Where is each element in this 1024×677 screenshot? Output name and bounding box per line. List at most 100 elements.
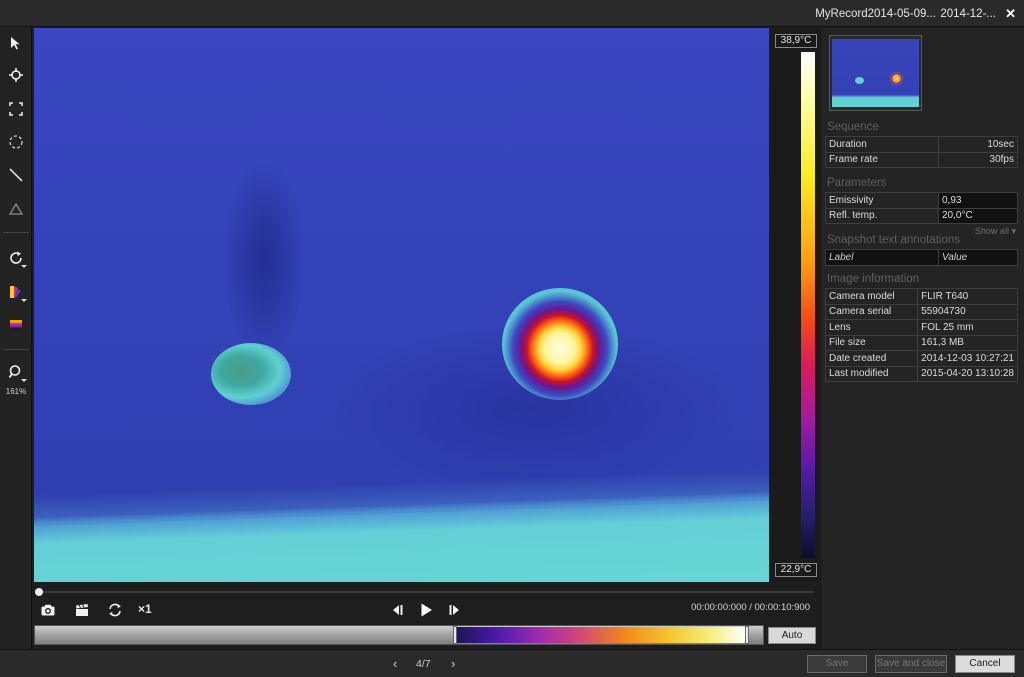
image-page-counter: 4/7 bbox=[416, 658, 431, 670]
timeline-track[interactable] bbox=[38, 591, 814, 593]
save-and-close-button[interactable]: Save and close bbox=[875, 655, 947, 673]
table-row: Camera serial 55904730 bbox=[824, 303, 1018, 320]
auto-button[interactable]: Auto bbox=[768, 627, 816, 644]
prop-label: Duration bbox=[825, 136, 939, 153]
table-row: Last modified 2015-04-20 13:10:28 bbox=[824, 365, 1018, 382]
timecode: 00:00:00:000 / 00:00:10:900 bbox=[691, 602, 810, 613]
prop-label: Camera model bbox=[824, 288, 919, 305]
prop-value: 2015-04-20 13:10:28 bbox=[917, 365, 1018, 382]
prop-value: 55904730 bbox=[917, 303, 1018, 320]
table-row: Refl. temp. 20,0°C bbox=[825, 207, 1018, 224]
section-title-sequence: Sequence bbox=[827, 121, 879, 133]
prop-value: 161,3 MB bbox=[917, 334, 1018, 351]
temperature-scale: 38,9°C 22,9°C bbox=[770, 28, 820, 582]
window-title: MyRecord2014-05-09... bbox=[815, 8, 936, 20]
reflected-temp-field[interactable]: 20,0°C bbox=[938, 207, 1018, 224]
table-row: Emissivity 0,93 bbox=[825, 192, 1018, 209]
prop-label: Camera serial bbox=[824, 303, 919, 320]
prop-value: 30fps bbox=[938, 151, 1018, 168]
column-header-value[interactable]: Value bbox=[938, 249, 1018, 266]
show-all-label: Show all bbox=[974, 226, 1009, 236]
previous-frame-icon[interactable] bbox=[388, 601, 408, 619]
clapperboard-icon[interactable] bbox=[72, 601, 92, 619]
thumbnail-warm-spot bbox=[855, 77, 864, 84]
prop-label: Lens bbox=[824, 319, 919, 336]
show-all-link[interactable]: Show all ▾ bbox=[975, 226, 1016, 237]
image-thumbnail[interactable] bbox=[829, 35, 922, 111]
palette-gradient bbox=[455, 627, 747, 643]
prop-label: File size bbox=[824, 334, 919, 351]
footer-bar: ‹ 4/7 › Save Save and close Cancel bbox=[0, 649, 1024, 677]
color-scale-bar bbox=[801, 52, 815, 558]
table-row: Frame rate 30fps bbox=[825, 151, 1018, 168]
table-row: Lens FOL 25 mm bbox=[824, 319, 1018, 336]
zoom-level: 161% bbox=[5, 387, 27, 396]
hot-spot-large bbox=[502, 288, 618, 400]
prop-label: Refl. temp. bbox=[825, 207, 939, 224]
table-row: File size 161,3 MB bbox=[824, 334, 1018, 351]
triangle-delta-icon[interactable] bbox=[4, 197, 28, 221]
camera-snapshot-icon[interactable] bbox=[38, 601, 58, 619]
table-row: Date created 2014-12-03 10:27:21 bbox=[824, 350, 1018, 367]
table-row: Label Value bbox=[825, 249, 1018, 266]
chevron-down-icon bbox=[21, 265, 27, 268]
warm-spot-small bbox=[211, 343, 291, 405]
prop-label: Date created bbox=[824, 350, 919, 367]
section-title-image-info: Image information bbox=[827, 273, 920, 285]
title-bar: MyRecord2014-05-09... 2014-12-... ✕ bbox=[0, 0, 1024, 27]
chevron-left-icon[interactable]: ‹ bbox=[393, 656, 397, 671]
palette-max-handle[interactable] bbox=[745, 626, 749, 644]
prop-value: FOL 25 mm bbox=[917, 319, 1018, 336]
prop-value: FLIR T640 bbox=[917, 288, 1018, 305]
prop-label: Frame rate bbox=[825, 151, 939, 168]
scale-min-temp[interactable]: 22,9°C bbox=[775, 563, 817, 577]
next-frame-icon[interactable] bbox=[444, 601, 464, 619]
thumbnail-hot-spot bbox=[890, 72, 903, 85]
cancel-button[interactable]: Cancel bbox=[955, 655, 1015, 673]
close-icon[interactable]: ✕ bbox=[1005, 6, 1016, 22]
line-icon[interactable] bbox=[4, 163, 28, 187]
palette-icon[interactable] bbox=[4, 280, 28, 304]
section-title-parameters: Parameters bbox=[827, 177, 887, 189]
parameters-table: Emissivity 0,93 Refl. temp. 20,0°C bbox=[825, 192, 1018, 224]
toolbar-divider bbox=[3, 349, 29, 350]
window-title-secondary: 2014-12-... bbox=[940, 8, 996, 20]
color-palette-icon[interactable] bbox=[4, 313, 28, 337]
properties-panel: Sequence Duration 10sec Frame rate 30fps… bbox=[822, 28, 1024, 649]
prop-label: Last modified bbox=[824, 365, 919, 382]
playback-speed[interactable]: ×1 bbox=[138, 602, 152, 616]
play-icon[interactable] bbox=[416, 601, 436, 619]
section-title-snapshot: Snapshot text annotations bbox=[827, 234, 960, 246]
scale-max-temp[interactable]: 38,9°C bbox=[775, 34, 817, 48]
toolbar-divider bbox=[3, 232, 29, 233]
box-area-icon[interactable] bbox=[4, 97, 28, 121]
chevron-right-icon[interactable]: › bbox=[451, 656, 455, 671]
annotations-table: Label Value bbox=[825, 249, 1018, 266]
column-header-label[interactable]: Label bbox=[825, 249, 939, 266]
ellipse-area-icon[interactable] bbox=[4, 130, 28, 154]
palette-min-handle[interactable] bbox=[453, 626, 457, 644]
zoom-icon[interactable] bbox=[4, 360, 28, 384]
save-button[interactable]: Save bbox=[807, 655, 867, 673]
playback-timeline[interactable] bbox=[34, 585, 818, 599]
chevron-down-icon: ▾ bbox=[1011, 226, 1016, 236]
rotate-icon[interactable] bbox=[4, 246, 28, 270]
playback-controls: ×1 00:00:00:000 / 00:00:10:900 bbox=[34, 598, 818, 622]
thermal-image-canvas[interactable] bbox=[34, 28, 769, 582]
spot-crosshair-icon[interactable] bbox=[4, 63, 28, 87]
select-arrow-icon[interactable] bbox=[4, 31, 28, 55]
loop-icon[interactable] bbox=[105, 601, 125, 619]
image-info-table: Camera model FLIR T640 Camera serial 559… bbox=[824, 288, 1018, 382]
chevron-down-icon bbox=[21, 299, 27, 302]
palette-range-slider[interactable] bbox=[34, 625, 764, 645]
table-row: Camera model FLIR T640 bbox=[824, 288, 1018, 305]
emissivity-field[interactable]: 0,93 bbox=[938, 192, 1018, 209]
thumbnail-image bbox=[832, 39, 919, 107]
prop-value: 10sec bbox=[938, 136, 1018, 153]
sequence-table: Duration 10sec Frame rate 30fps bbox=[825, 136, 1018, 168]
prop-value: 2014-12-03 10:27:21 bbox=[917, 350, 1018, 367]
timeline-scrubber[interactable] bbox=[35, 588, 43, 596]
tool-sidebar: 161% bbox=[0, 27, 32, 649]
table-row: Duration 10sec bbox=[825, 136, 1018, 153]
floor-region bbox=[34, 492, 769, 582]
